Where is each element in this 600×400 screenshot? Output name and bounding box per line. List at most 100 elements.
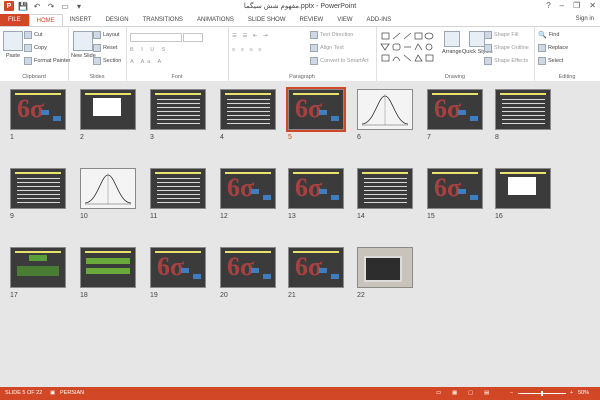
arrange-button[interactable]: Arrange (442, 31, 462, 55)
slide-thumbnail[interactable]: 6σ (150, 247, 206, 288)
sign-in-link[interactable]: Sign in (576, 16, 594, 22)
slide-body-text (227, 119, 270, 120)
tab-slide-show[interactable]: SLIDE SHOW (241, 14, 293, 26)
diagram-box (53, 116, 61, 121)
slide-body-text (227, 103, 270, 104)
slide-thumbnail[interactable] (10, 247, 66, 288)
slide-thumbnail[interactable] (80, 168, 136, 209)
tab-insert[interactable]: INSERT (63, 14, 99, 26)
slide-thumbnail[interactable] (220, 89, 276, 130)
font-format-buttons[interactable]: B I U S (130, 47, 168, 53)
paste-button[interactable]: Paste (3, 31, 23, 59)
font-color-buttons[interactable]: A Aa A (130, 59, 164, 65)
slide-sorter-view-icon[interactable]: ▦ (452, 390, 457, 396)
slide-thumbnail[interactable] (150, 89, 206, 130)
slide-body-text (157, 111, 200, 112)
reset-button[interactable]: Reset (93, 44, 117, 52)
slide-body-text (17, 178, 60, 179)
select-button[interactable]: Select (538, 57, 563, 65)
layout-label: Layout (103, 32, 120, 38)
help-icon[interactable]: ? (546, 1, 550, 10)
zoom-in-icon[interactable]: + (570, 390, 573, 396)
slide-title-text (85, 93, 131, 95)
shape-effects-button[interactable]: Shape Effects (484, 57, 528, 65)
tab-transitions[interactable]: TRANSITIONS (136, 14, 190, 26)
cut-button[interactable]: Cut (24, 31, 43, 39)
tab-design[interactable]: DESIGN (99, 14, 136, 26)
list-buttons[interactable]: ☰ ☰ ⇤ ⇥ (232, 33, 270, 39)
align-buttons[interactable]: ≡ ≡ ≡ ≡ (232, 47, 263, 53)
copy-button[interactable]: Copy (24, 44, 47, 52)
close-icon[interactable]: ✕ (589, 1, 596, 10)
slide-thumbnail[interactable] (357, 247, 413, 288)
slide-number: 3 (150, 134, 154, 141)
tab-view[interactable]: VIEW (330, 14, 359, 26)
slide-thumbnail[interactable]: 6σ (288, 168, 344, 209)
diagram-box (263, 195, 271, 200)
normal-view-icon[interactable]: ▭ (436, 390, 441, 396)
tab-file[interactable]: FILE (0, 14, 29, 26)
slide-number: 15 (427, 213, 435, 220)
diagram-box (86, 258, 130, 264)
restore-icon[interactable]: ❐ (573, 1, 580, 10)
zoom-slider[interactable] (518, 391, 566, 396)
slide-thumbnail[interactable]: 6σ (220, 168, 276, 209)
slide-body-text (157, 186, 200, 187)
slide-body-text (227, 123, 270, 124)
slide-thumbnail[interactable]: 6σ (427, 168, 483, 209)
slide-thumbnail[interactable] (80, 89, 136, 130)
tab-home[interactable]: HOME (28, 14, 63, 26)
diagram-box (181, 268, 189, 273)
slide-thumbnail[interactable]: 6σ (220, 247, 276, 288)
font-name-box[interactable] (130, 33, 182, 42)
slide-thumbnail[interactable] (495, 168, 551, 209)
slide-thumbnail[interactable] (10, 168, 66, 209)
slide-body-text (157, 115, 200, 116)
slide-thumbnail[interactable]: 6σ (427, 89, 483, 130)
find-button[interactable]: 🔍 Find (538, 31, 559, 39)
tab-review[interactable]: REVIEW (293, 14, 331, 26)
zoom-out-icon[interactable]: – (510, 390, 513, 396)
slide-body-text (157, 198, 200, 199)
slide-thumbnail[interactable] (357, 89, 413, 130)
language-indicator[interactable]: PERSIAN (60, 390, 84, 396)
slide-body-text (157, 103, 200, 104)
text-direction-button[interactable]: Text Direction (310, 31, 353, 39)
slide-thumbnail[interactable]: 6σ (286, 87, 346, 132)
replace-button[interactable]: Replace (538, 44, 568, 52)
slide-thumbnail[interactable] (150, 168, 206, 209)
slide-number: 10 (80, 213, 88, 220)
tab-animations[interactable]: ANIMATIONS (190, 14, 241, 26)
select-label: Select (548, 58, 564, 64)
section-button[interactable]: Section (93, 57, 121, 65)
minimize-icon[interactable]: – (560, 1, 564, 10)
slide-thumbnail[interactable] (357, 168, 413, 209)
layout-button[interactable]: Layout (93, 31, 120, 39)
diagram-box (319, 110, 327, 115)
slide-body-text (157, 202, 200, 203)
find-label: Find (548, 32, 560, 38)
align-text-button[interactable]: Align Text (310, 44, 344, 52)
shape-outline-icon (484, 44, 492, 52)
tab-add-ins[interactable]: ADD-INS (360, 14, 399, 26)
zoom-slider-thumb[interactable] (541, 391, 543, 396)
slide-thumbnail[interactable]: 6σ (10, 89, 66, 130)
slide-thumbnail[interactable] (80, 247, 136, 288)
convert-smartart-button[interactable]: Convert to SmartArt (310, 57, 369, 65)
shape-outline-button[interactable]: Shape Outline (484, 44, 529, 52)
shapes-gallery[interactable] (380, 31, 440, 63)
slide-thumbnail[interactable] (495, 89, 551, 130)
paragraph-group-label: Paragraph (289, 74, 315, 80)
slide-title-text (155, 172, 201, 174)
font-size-box[interactable] (183, 33, 203, 42)
format-painter-button[interactable]: Format Painter (24, 57, 70, 65)
slide-thumbnail[interactable]: 6σ (288, 247, 344, 288)
shape-effects-icon (484, 57, 492, 65)
zoom-level[interactable]: 50% (578, 390, 589, 396)
spellcheck-icon[interactable]: ▣ (50, 390, 55, 396)
drawing-group-label: Drawing (444, 74, 466, 80)
new-slide-icon (73, 31, 94, 51)
shape-fill-button[interactable]: Shape Fill (484, 31, 518, 39)
reading-view-icon[interactable]: ▢ (468, 390, 473, 396)
slide-show-view-icon[interactable]: ▤ (484, 390, 489, 396)
